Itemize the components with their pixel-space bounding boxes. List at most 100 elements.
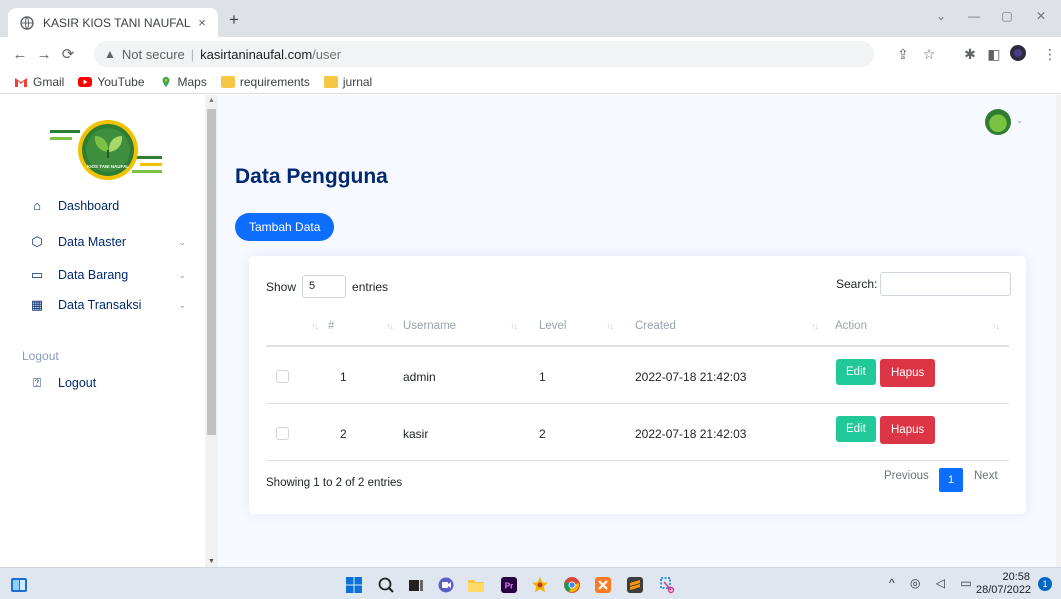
sidebar-item-dashboard[interactable]: ⌂ Dashboard xyxy=(30,198,190,214)
table-info: Showing 1 to 2 of 2 entries xyxy=(266,477,403,489)
box-icon: ⬡ xyxy=(31,234,43,249)
chat-icon[interactable] xyxy=(437,576,455,594)
folder-icon xyxy=(220,76,235,88)
task-view-icon[interactable] xyxy=(407,576,425,594)
file-explorer-icon[interactable] xyxy=(467,576,485,594)
address-bar[interactable]: ▲ Not secure | kasirtaninaufal.com/user xyxy=(94,41,874,67)
sidebar-item-data-transaksi[interactable]: ▦ Data Transaksi ⌄ xyxy=(30,297,190,313)
star-app-icon[interactable] xyxy=(531,576,549,594)
pagination-page-1[interactable]: 1 xyxy=(939,468,963,492)
scroll-up-icon[interactable]: ▲ xyxy=(208,97,215,104)
taskbar: Pr ^ ◎ ◁ ▭ 20:58 28/07/2022 1 xyxy=(0,567,1061,599)
sidebar-item-data-barang[interactable]: ▭ Data Barang ⌄ xyxy=(30,267,190,283)
sort-icon[interactable]: ↑↓ xyxy=(992,321,1000,331)
clock[interactable]: 20:58 28/07/2022 xyxy=(976,571,1032,597)
kios-tani-logo[interactable]: KIOS TANI NAUFAL xyxy=(48,112,168,184)
column-header-action[interactable]: Action xyxy=(835,320,867,332)
system-tray[interactable]: ^ ◎ ◁ ▭ xyxy=(889,576,978,590)
edit-button[interactable]: Edit xyxy=(836,359,876,385)
bookmark-jurnal[interactable]: jurnal xyxy=(323,75,373,89)
search-input[interactable] xyxy=(880,272,1012,296)
bookmark-requirements[interactable]: requirements xyxy=(220,75,310,89)
bookmark-gmail[interactable]: Gmail xyxy=(14,75,64,89)
sort-icon[interactable]: ↑↓ xyxy=(606,321,614,331)
tab-title: KASIR KIOS TANI NAUFAL xyxy=(43,15,191,30)
tab-search-icon[interactable]: ⌄ xyxy=(930,9,952,23)
edit-button[interactable]: Edit xyxy=(836,416,876,442)
pagination-next[interactable]: Next xyxy=(974,470,998,482)
column-header-level[interactable]: Level xyxy=(539,320,567,332)
warning-icon[interactable]: ▲ xyxy=(104,47,116,61)
entries-label: entries xyxy=(352,279,389,294)
chrome-icon[interactable] xyxy=(563,576,581,594)
minimize-icon[interactable]: — xyxy=(963,9,985,23)
sidebar-item-label: Data Master xyxy=(58,235,127,249)
scrollbar-thumb[interactable] xyxy=(207,109,216,435)
windows-start-icon[interactable] xyxy=(345,576,363,594)
browser-menu-icon[interactable]: ⋮ xyxy=(1040,44,1060,64)
sublime-text-icon[interactable] xyxy=(626,576,644,594)
column-header-username[interactable]: Username xyxy=(403,320,456,332)
premiere-pro-icon[interactable]: Pr xyxy=(500,576,518,594)
sidebar-item-label: Data Barang xyxy=(58,268,129,282)
user-avatar[interactable] xyxy=(985,109,1011,135)
column-header-created[interactable]: Created xyxy=(635,320,676,332)
side-panel-icon[interactable]: ◧ xyxy=(984,44,1004,64)
bookmark-youtube[interactable]: YouTube xyxy=(78,75,145,89)
widgets-icon[interactable] xyxy=(10,576,28,594)
layout-icon: ▭ xyxy=(30,267,44,282)
svg-text:Pr: Pr xyxy=(505,582,513,591)
chevron-down-icon[interactable]: ⌄ xyxy=(1016,115,1024,126)
share-icon[interactable]: ⇪ xyxy=(893,44,913,64)
new-tab-button[interactable]: + xyxy=(224,10,244,30)
show-label: Show xyxy=(266,279,297,294)
snipping-tool-icon[interactable] xyxy=(658,576,676,594)
delete-button[interactable]: Hapus xyxy=(880,359,936,387)
xampp-icon[interactable] xyxy=(594,576,612,594)
row-checkbox[interactable] xyxy=(276,370,289,383)
sort-icon[interactable]: ↑↓ xyxy=(811,321,819,331)
delete-button[interactable]: Hapus xyxy=(880,416,936,444)
sort-icon[interactable]: ↑↓ xyxy=(510,321,518,331)
security-label[interactable]: Not secure xyxy=(122,47,185,62)
close-window-icon[interactable]: ✕ xyxy=(1030,9,1052,23)
sidebar-item-data-master[interactable]: ⬡ Data Master ⌄ xyxy=(30,234,190,250)
reload-icon[interactable]: ⟳ xyxy=(56,45,80,63)
sidebar-scrollbar[interactable]: ▲ ▼ xyxy=(205,95,218,567)
users-table-card: Show 5 entries Search: ↑↓ # ↑↓ Username … xyxy=(249,256,1026,514)
search-icon[interactable] xyxy=(377,576,395,594)
cell-level: 2 xyxy=(539,427,546,441)
browser-tab[interactable]: KASIR KIOS TANI NAUFAL × xyxy=(8,8,218,37)
sidebar-item-label: Dashboard xyxy=(58,199,120,213)
page-scrollbar[interactable] xyxy=(1056,95,1061,567)
home-icon: ⌂ xyxy=(33,198,41,213)
add-data-button[interactable]: Tambah Data xyxy=(235,213,335,241)
sidebar-item-logout[interactable]: ⍰ Logout xyxy=(30,376,190,391)
back-icon[interactable]: ← xyxy=(8,46,32,63)
sort-icon[interactable]: ↑↓ xyxy=(311,321,319,331)
bookmark-label: jurnal xyxy=(342,75,373,89)
grid-icon: ▦ xyxy=(30,297,44,312)
pagination-previous[interactable]: Previous xyxy=(884,470,929,482)
restore-icon[interactable]: ▢ xyxy=(996,9,1018,23)
page-length-select[interactable]: 5 xyxy=(302,275,347,298)
sort-icon[interactable]: ↑↓ xyxy=(386,321,394,331)
scroll-down-icon[interactable]: ▼ xyxy=(208,558,215,565)
forward-icon[interactable]: → xyxy=(32,46,56,63)
profile-avatar-icon[interactable] xyxy=(1008,44,1028,64)
extensions-icon[interactable]: ✱ xyxy=(960,44,980,64)
bookmark-star-icon[interactable]: ☆ xyxy=(919,44,939,64)
cell-created: 2022-07-18 21:42:03 xyxy=(635,370,747,384)
notification-badge[interactable]: 1 xyxy=(1038,577,1052,591)
bookmark-maps[interactable]: Maps xyxy=(159,75,207,89)
tab-close-icon[interactable]: × xyxy=(194,15,210,30)
cell-number: 1 xyxy=(340,370,347,384)
page-title: Data Pengguna xyxy=(235,165,388,188)
table-row: 1 admin 1 2022-07-18 21:42:03 Edit Hapus xyxy=(266,347,1009,404)
table-search: Search: xyxy=(836,272,1012,296)
row-checkbox[interactable] xyxy=(276,427,289,440)
sidebar-section-heading: Logout xyxy=(22,349,59,363)
clock-date: 28/07/2022 xyxy=(976,584,1032,596)
cell-created: 2022-07-18 21:42:03 xyxy=(635,427,747,441)
column-header-number[interactable]: # xyxy=(328,320,334,332)
